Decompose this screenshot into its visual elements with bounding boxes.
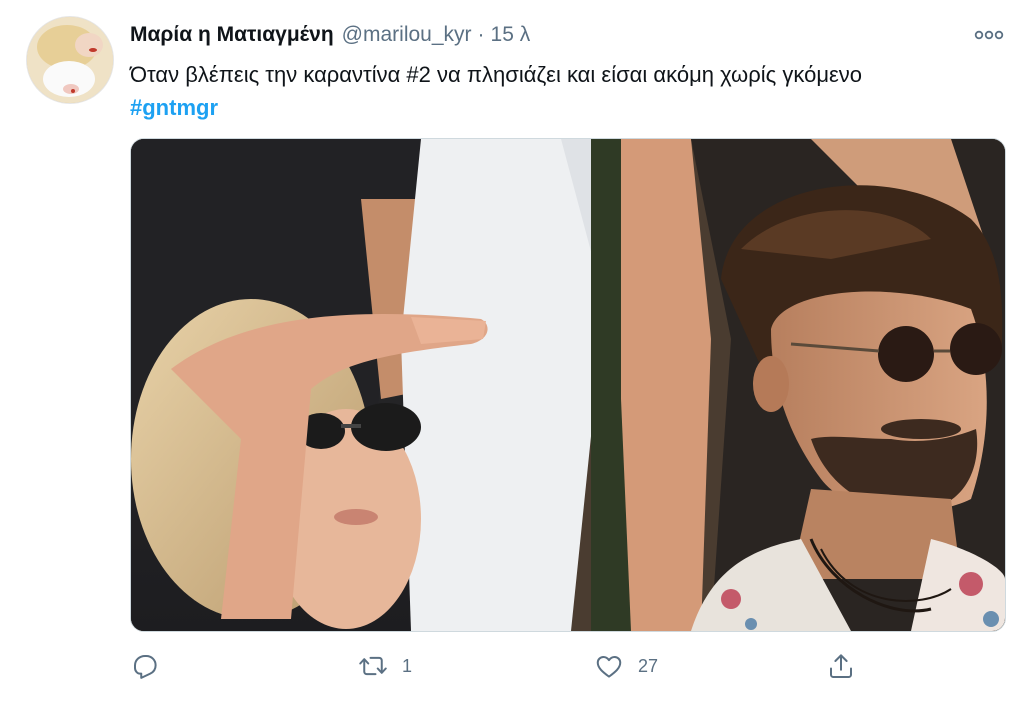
share-button[interactable] <box>826 648 856 684</box>
hashtag-link[interactable]: #gntmgr <box>130 95 218 120</box>
retweet-count: 1 <box>402 655 413 676</box>
like-count: 27 <box>638 655 659 676</box>
reply-icon <box>134 655 157 679</box>
tweet-image[interactable] <box>130 138 1006 632</box>
photo <box>131 139 1005 631</box>
tweet-header: Μαρία η Ματιαγμένη @marilou_kyr · 15 λ <box>130 20 530 50</box>
avatar-image <box>27 17 113 103</box>
like-button[interactable]: 27 <box>594 648 658 684</box>
action-bar: 1 27 <box>130 648 1004 684</box>
user-handle[interactable]: @marilou_kyr <box>342 23 472 47</box>
display-name[interactable]: Μαρία η Ματιαγμένη <box>130 23 334 47</box>
more-options-button[interactable] <box>972 18 1006 52</box>
tweet-text: Όταν βλέπεις την καραντίνα #2 να πλησιάζ… <box>130 58 950 124</box>
separator-dot: · <box>477 23 485 46</box>
timestamp[interactable]: 15 λ <box>491 23 531 47</box>
heart-icon <box>596 656 622 678</box>
tweet-body: Όταν βλέπεις την καραντίνα #2 να πλησιάζ… <box>130 62 863 87</box>
retweet-button[interactable]: 1 <box>358 648 412 684</box>
retweet-icon <box>359 656 387 676</box>
reply-button[interactable] <box>130 648 160 684</box>
avatar[interactable] <box>26 16 114 104</box>
share-icon <box>830 654 852 678</box>
tweet[interactable]: Μαρία η Ματιαγμένη @marilou_kyr · 15 λ Ό… <box>0 0 1024 711</box>
more-icon <box>974 30 1004 40</box>
